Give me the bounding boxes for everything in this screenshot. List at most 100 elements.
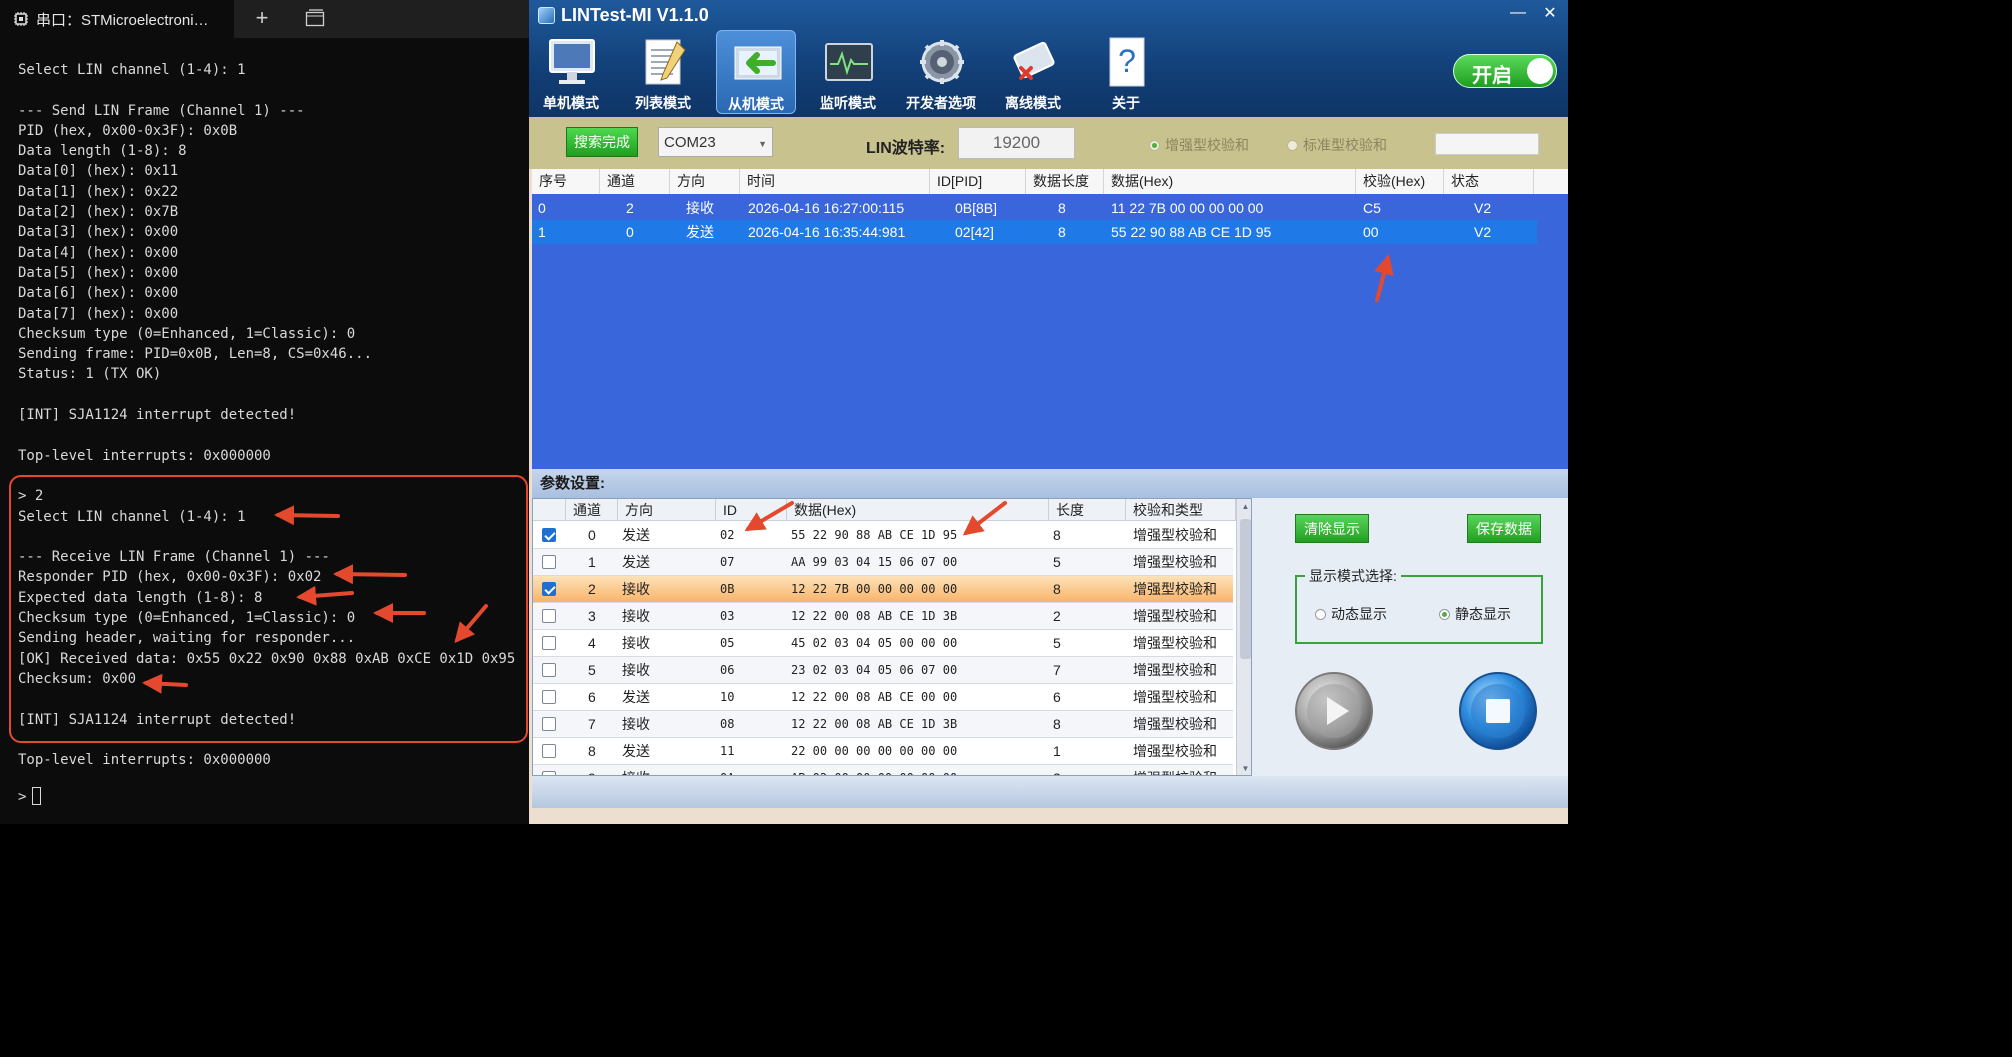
frame-row[interactable]: 1 0 发送 2026-04-16 16:35:44:981 02[42] 8 55 22 …	[532, 220, 1537, 244]
param-checksum-type[interactable]: 增强型校验和	[1133, 684, 1217, 710]
param-data[interactable]: AA 99 03 04 15 06 07 00	[791, 549, 957, 575]
param-checksum-type[interactable]: 增强型校验和	[1133, 522, 1217, 548]
baud-rate-input[interactable]: 19200	[958, 127, 1075, 159]
stop-button[interactable]	[1458, 671, 1538, 751]
param-length[interactable]: 8	[1053, 711, 1061, 737]
close-button[interactable]: ✕	[1537, 2, 1563, 24]
param-checkbox[interactable]	[542, 690, 556, 704]
frames-column-header[interactable]: 数据长度	[1026, 169, 1104, 194]
param-checkbox[interactable]	[542, 555, 556, 569]
param-checksum-type[interactable]: 增强型校验和	[1133, 576, 1217, 602]
param-row[interactable]: 8 发送 11 22 00 00 00 00 00 00 00 1 增强型校验和	[533, 738, 1233, 765]
param-row[interactable]: 5 接收 06 23 02 03 04 05 06 07 00 7 增强型校验和	[533, 657, 1233, 684]
new-tab-button[interactable]: +	[250, 4, 274, 32]
param-data[interactable]: 12 22 00 08 AB CE 00 00	[791, 684, 957, 710]
frames-column-header[interactable]: 时间	[740, 169, 930, 194]
param-checkbox[interactable]	[542, 582, 556, 596]
params-scrollbar[interactable]: ▲ ▼	[1236, 499, 1251, 775]
param-checksum-type[interactable]: 增强型校验和	[1133, 765, 1217, 775]
static-display-radio[interactable]: 静态显示	[1439, 604, 1511, 624]
com-port-select[interactable]: COM23 ▼	[658, 127, 773, 157]
param-direction[interactable]: 发送	[622, 522, 650, 548]
param-length[interactable]: 2	[1053, 603, 1061, 629]
toolbar-slave-transfer-button[interactable]: 从机模式	[716, 30, 796, 114]
param-id[interactable]: 05	[720, 630, 734, 656]
param-row[interactable]: 6 发送 10 12 22 00 08 AB CE 00 00 6 增强型校验和	[533, 684, 1233, 711]
minimize-button[interactable]: —	[1505, 2, 1531, 24]
frames-column-header[interactable]: 序号	[532, 169, 600, 194]
param-checksum-type[interactable]: 增强型校验和	[1133, 711, 1217, 737]
param-data[interactable]: 12 22 7B 00 00 00 00 00	[791, 576, 957, 602]
frame-row[interactable]: 0 2 接收 2026-04-16 16:27:00:115 0B[8B] 8 11 22 …	[532, 196, 1537, 220]
param-direction[interactable]: 接收	[622, 711, 650, 737]
param-row[interactable]: 1 发送 07 AA 99 03 04 15 06 07 00 5 增强型校验和	[533, 549, 1233, 576]
param-direction[interactable]: 发送	[622, 684, 650, 710]
dynamic-display-radio[interactable]: 动态显示	[1315, 604, 1387, 624]
toolbar-help-button[interactable]: ? 关于	[1086, 30, 1166, 114]
toolbar-offline-device-button[interactable]: 离线模式	[993, 30, 1073, 114]
frames-column-header[interactable]: 校验(Hex)	[1356, 169, 1444, 194]
param-id[interactable]: 11	[720, 738, 734, 764]
toolbar-gear-button[interactable]: 开发者选项	[901, 30, 981, 114]
param-length[interactable]: 8	[1053, 522, 1061, 548]
param-row[interactable]: 7 接收 08 12 22 00 08 AB CE 1D 3B 8 增强型校验和	[533, 711, 1233, 738]
param-row[interactable]: 0 发送 02 55 22 90 88 AB CE 1D 95 8 增强型校验和	[533, 522, 1233, 549]
param-checkbox[interactable]	[542, 636, 556, 650]
param-length[interactable]: 2	[1053, 765, 1061, 775]
terminal-tab[interactable]: 串口：STMicroelectroni…	[0, 0, 234, 38]
param-checksum-type[interactable]: 增强型校验和	[1133, 603, 1217, 629]
param-data[interactable]: 12 22 00 08 AB CE 1D 3B	[791, 603, 957, 629]
param-data[interactable]: AB 02 00 00 00 00 00 00	[791, 765, 957, 775]
param-data[interactable]: 12 22 00 08 AB CE 1D 3B	[791, 711, 957, 737]
param-length[interactable]: 5	[1053, 630, 1061, 656]
param-direction[interactable]: 接收	[622, 657, 650, 683]
param-id[interactable]: 08	[720, 711, 734, 737]
frames-column-header[interactable]: 通道	[600, 169, 670, 194]
param-id[interactable]: 0A	[720, 765, 734, 775]
save-data-button[interactable]: 保存数据	[1467, 514, 1541, 543]
terminal-prompt[interactable]: >	[18, 787, 42, 805]
blank-field[interactable]	[1435, 133, 1539, 155]
param-id[interactable]: 03	[720, 603, 734, 629]
scroll-up-icon[interactable]: ▲	[1237, 499, 1251, 515]
param-length[interactable]: 5	[1053, 549, 1061, 575]
toolbar-notepad-button[interactable]: 列表模式	[623, 30, 703, 114]
frames-column-header[interactable]: 方向	[670, 169, 740, 194]
tab-dropdown-icon[interactable]	[302, 4, 328, 32]
param-data[interactable]: 45 02 03 04 05 00 00 00	[791, 630, 957, 656]
param-checkbox[interactable]	[542, 609, 556, 623]
param-id[interactable]: 02	[720, 522, 734, 548]
param-direction[interactable]: 接收	[622, 576, 650, 602]
search-button[interactable]: 搜索完成	[566, 127, 638, 157]
param-checksum-type[interactable]: 增强型校验和	[1133, 657, 1217, 683]
param-row[interactable]: 4 接收 05 45 02 03 04 05 00 00 00 5 增强型校验和	[533, 630, 1233, 657]
toolbar-oscilloscope-button[interactable]: 监听模式	[808, 30, 888, 114]
param-data[interactable]: 22 00 00 00 00 00 00 00	[791, 738, 957, 764]
param-direction[interactable]: 接收	[622, 603, 650, 629]
clear-display-button[interactable]: 清除显示	[1295, 514, 1369, 543]
param-direction[interactable]: 接收	[622, 630, 650, 656]
param-direction[interactable]: 接收	[622, 765, 650, 775]
param-id[interactable]: 07	[720, 549, 734, 575]
frames-column-header[interactable]: ID[PID]	[930, 169, 1026, 194]
param-data[interactable]: 23 02 03 04 05 06 07 00	[791, 657, 957, 683]
frames-column-header[interactable]: 数据(Hex)	[1104, 169, 1356, 194]
frames-column-header[interactable]: 状态	[1444, 169, 1534, 194]
param-checksum-type[interactable]: 增强型校验和	[1133, 630, 1217, 656]
param-id[interactable]: 0B	[720, 576, 734, 602]
power-toggle[interactable]: 开启	[1453, 54, 1557, 88]
param-id[interactable]: 10	[720, 684, 734, 710]
param-checkbox[interactable]	[542, 528, 556, 542]
param-length[interactable]: 6	[1053, 684, 1061, 710]
checksum-enhanced-radio[interactable]: 增强型校验和	[1149, 135, 1249, 155]
param-data[interactable]: 55 22 90 88 AB CE 1D 95	[791, 522, 957, 548]
param-length[interactable]: 1	[1053, 738, 1061, 764]
checksum-standard-radio[interactable]: 标准型校验和	[1287, 135, 1387, 155]
toolbar-monitor-button[interactable]: 单机模式	[531, 30, 611, 114]
param-checksum-type[interactable]: 增强型校验和	[1133, 549, 1217, 575]
scroll-down-icon[interactable]: ▼	[1237, 761, 1251, 775]
param-checkbox[interactable]	[542, 663, 556, 677]
scrollbar-thumb[interactable]	[1240, 519, 1251, 659]
param-length[interactable]: 8	[1053, 576, 1061, 602]
param-direction[interactable]: 发送	[622, 549, 650, 575]
